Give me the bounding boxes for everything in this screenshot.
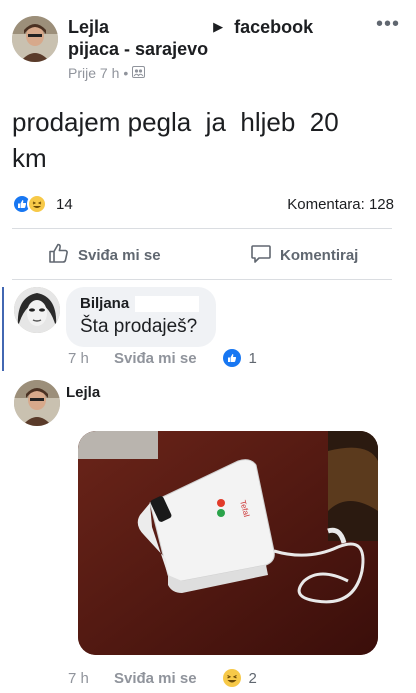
post-title-line: Lejla ▶ facebook bbox=[68, 16, 313, 38]
comment-time[interactable]: 7 h bbox=[68, 350, 114, 367]
commenter-name[interactable]: Biljana bbox=[80, 295, 129, 313]
author-avatar[interactable] bbox=[12, 16, 58, 62]
thumbs-up-outline-icon bbox=[48, 242, 70, 268]
commenter-photo bbox=[14, 287, 60, 333]
like-label: Sviđa mi se bbox=[78, 246, 161, 264]
right-triangle-icon: ▶ bbox=[213, 19, 224, 34]
commenter-name[interactable]: Lejla bbox=[66, 384, 100, 401]
post-meta: Prije 7 h • bbox=[68, 65, 146, 81]
post-text: prodajem pegla ja hljeb 20 km bbox=[12, 107, 339, 173]
comment-bubble[interactable]: Biljana Šta prodaješ? bbox=[66, 287, 216, 347]
thread-highlight-line bbox=[2, 287, 4, 371]
post-header: Lejla ▶ facebook pijaca - sarajevo Prije… bbox=[12, 14, 404, 84]
redacted-surname bbox=[135, 296, 200, 312]
reactions-bar: 14 Komentara: 128 bbox=[12, 190, 394, 218]
action-bar: Sviđa mi se Komentiraj bbox=[12, 232, 394, 276]
group-privacy-icon bbox=[132, 65, 146, 81]
more-horizontal-icon[interactable]: ••• bbox=[376, 14, 400, 34]
comments-count[interactable]: Komentara: 128 bbox=[287, 196, 394, 213]
like-button[interactable]: Sviđa mi se bbox=[48, 242, 161, 268]
comment-like-button[interactable]: Sviđa mi se bbox=[114, 670, 197, 687]
comment-text: Šta prodaješ? bbox=[80, 316, 198, 337]
divider-bottom bbox=[12, 279, 392, 280]
group-name[interactable]: pijaca - sarajevo bbox=[68, 39, 208, 60]
haha-emoji-icon bbox=[222, 669, 241, 687]
comment-label: Komentiraj bbox=[280, 246, 359, 264]
comment-time[interactable]: 7 h bbox=[68, 670, 114, 687]
post-time[interactable]: Prije 7 h bbox=[68, 65, 119, 81]
commenter-avatar[interactable] bbox=[14, 380, 60, 426]
app-label[interactable]: facebook bbox=[234, 17, 313, 37]
comment-meta: 7 h Sviđa mi se 1 bbox=[68, 349, 257, 367]
reactions-count[interactable]: 14 bbox=[56, 196, 73, 213]
commenter-photo bbox=[14, 380, 60, 426]
author-photo bbox=[12, 16, 58, 62]
comment-photo[interactable]: Tefal bbox=[78, 431, 378, 655]
comment-reaction-count[interactable]: 2 bbox=[249, 670, 257, 687]
sandwich-maker-photo: Tefal bbox=[78, 431, 378, 655]
author-name[interactable]: Lejla bbox=[68, 17, 109, 37]
haha-emoji-icon bbox=[27, 194, 47, 214]
thumbs-up-icon bbox=[222, 349, 241, 367]
comment-button[interactable]: Komentiraj bbox=[250, 242, 416, 268]
comment-like-button[interactable]: Sviđa mi se bbox=[114, 350, 197, 367]
meta-separator: • bbox=[123, 65, 129, 81]
commenter-avatar[interactable] bbox=[14, 287, 60, 333]
comment-bubble-icon bbox=[250, 242, 272, 268]
divider-top bbox=[12, 228, 392, 229]
comment-reaction-count[interactable]: 1 bbox=[249, 350, 257, 367]
reaction-icons[interactable] bbox=[12, 194, 47, 214]
comment-meta: 7 h Sviđa mi se 2 bbox=[68, 669, 257, 687]
